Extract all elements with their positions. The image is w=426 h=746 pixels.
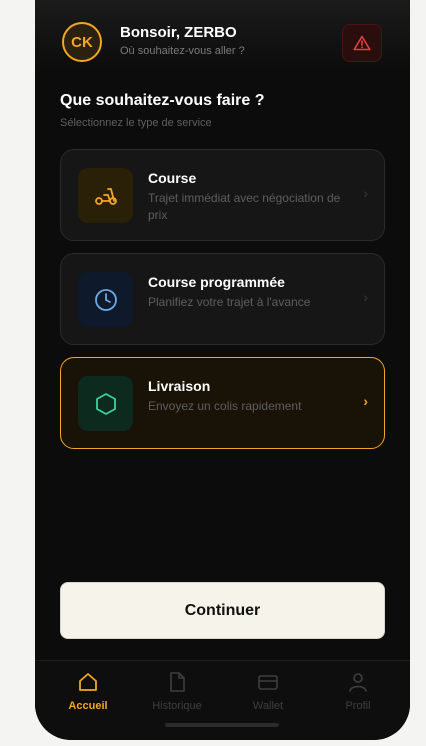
nav-label: Profil	[345, 700, 371, 712]
service-card-course-programmee[interactable]: Course programmée Planifiez votre trajet…	[60, 253, 385, 345]
service-description: Planifiez votre trajet à l'avance	[148, 295, 311, 309]
nav-label: Accueil	[68, 700, 108, 712]
phone-screen: CK Bonsoir, ZERBO Où souhaitez-vous alle…	[35, 0, 410, 740]
nav-item-historique[interactable]: Historique	[142, 671, 212, 712]
user-icon	[349, 673, 367, 692]
header: CK Bonsoir, ZERBO Où souhaitez-vous alle…	[35, 0, 410, 70]
document-icon	[170, 672, 185, 692]
chevron-right-icon: ›	[363, 289, 368, 305]
service-name: Livraison	[148, 378, 211, 394]
chevron-right-icon: ›	[363, 393, 368, 409]
home-icon	[79, 673, 97, 691]
service-icon-box	[78, 376, 133, 431]
nav-label: Historique	[152, 700, 202, 712]
section-subtitle: Sélectionnez le type de service	[60, 117, 212, 129]
service-icon-box	[78, 168, 133, 223]
nav-item-profil[interactable]: Profil	[323, 671, 393, 712]
avatar[interactable]: CK	[62, 22, 102, 62]
nav-item-accueil[interactable]: Accueil	[53, 671, 123, 712]
service-name: Course programmée	[148, 274, 285, 290]
service-name: Course	[148, 170, 197, 186]
greeting-subtitle: Où souhaitez-vous aller ?	[120, 45, 245, 57]
nav-item-wallet[interactable]: Wallet	[233, 671, 303, 712]
service-card-course[interactable]: Course Trajet immédiat avec négociation …	[60, 149, 385, 241]
clock-icon	[94, 288, 117, 311]
chevron-right-icon: ›	[363, 185, 368, 201]
nav-label: Wallet	[252, 700, 284, 712]
service-description: Trajet immédiat avec négociation de prix	[148, 191, 341, 222]
service-card-livraison[interactable]: Livraison Envoyez un colis rapidement ›	[60, 357, 385, 449]
warning-triangle-icon	[353, 35, 371, 51]
bottom-navbar: Accueil Historique Wallet Profil	[35, 660, 410, 740]
greeting-title: Bonsoir, ZERBO	[120, 24, 237, 41]
continue-button[interactable]: Continuer	[60, 582, 385, 639]
service-description: Envoyez un colis rapidement	[148, 399, 302, 413]
section-title: Que souhaitez-vous faire ?	[60, 92, 265, 109]
home-indicator	[165, 723, 279, 727]
alert-button[interactable]	[342, 24, 382, 62]
scooter-icon	[94, 187, 117, 205]
package-hexagon-icon	[95, 392, 116, 415]
card-icon	[258, 675, 278, 690]
service-icon-box	[78, 272, 133, 327]
